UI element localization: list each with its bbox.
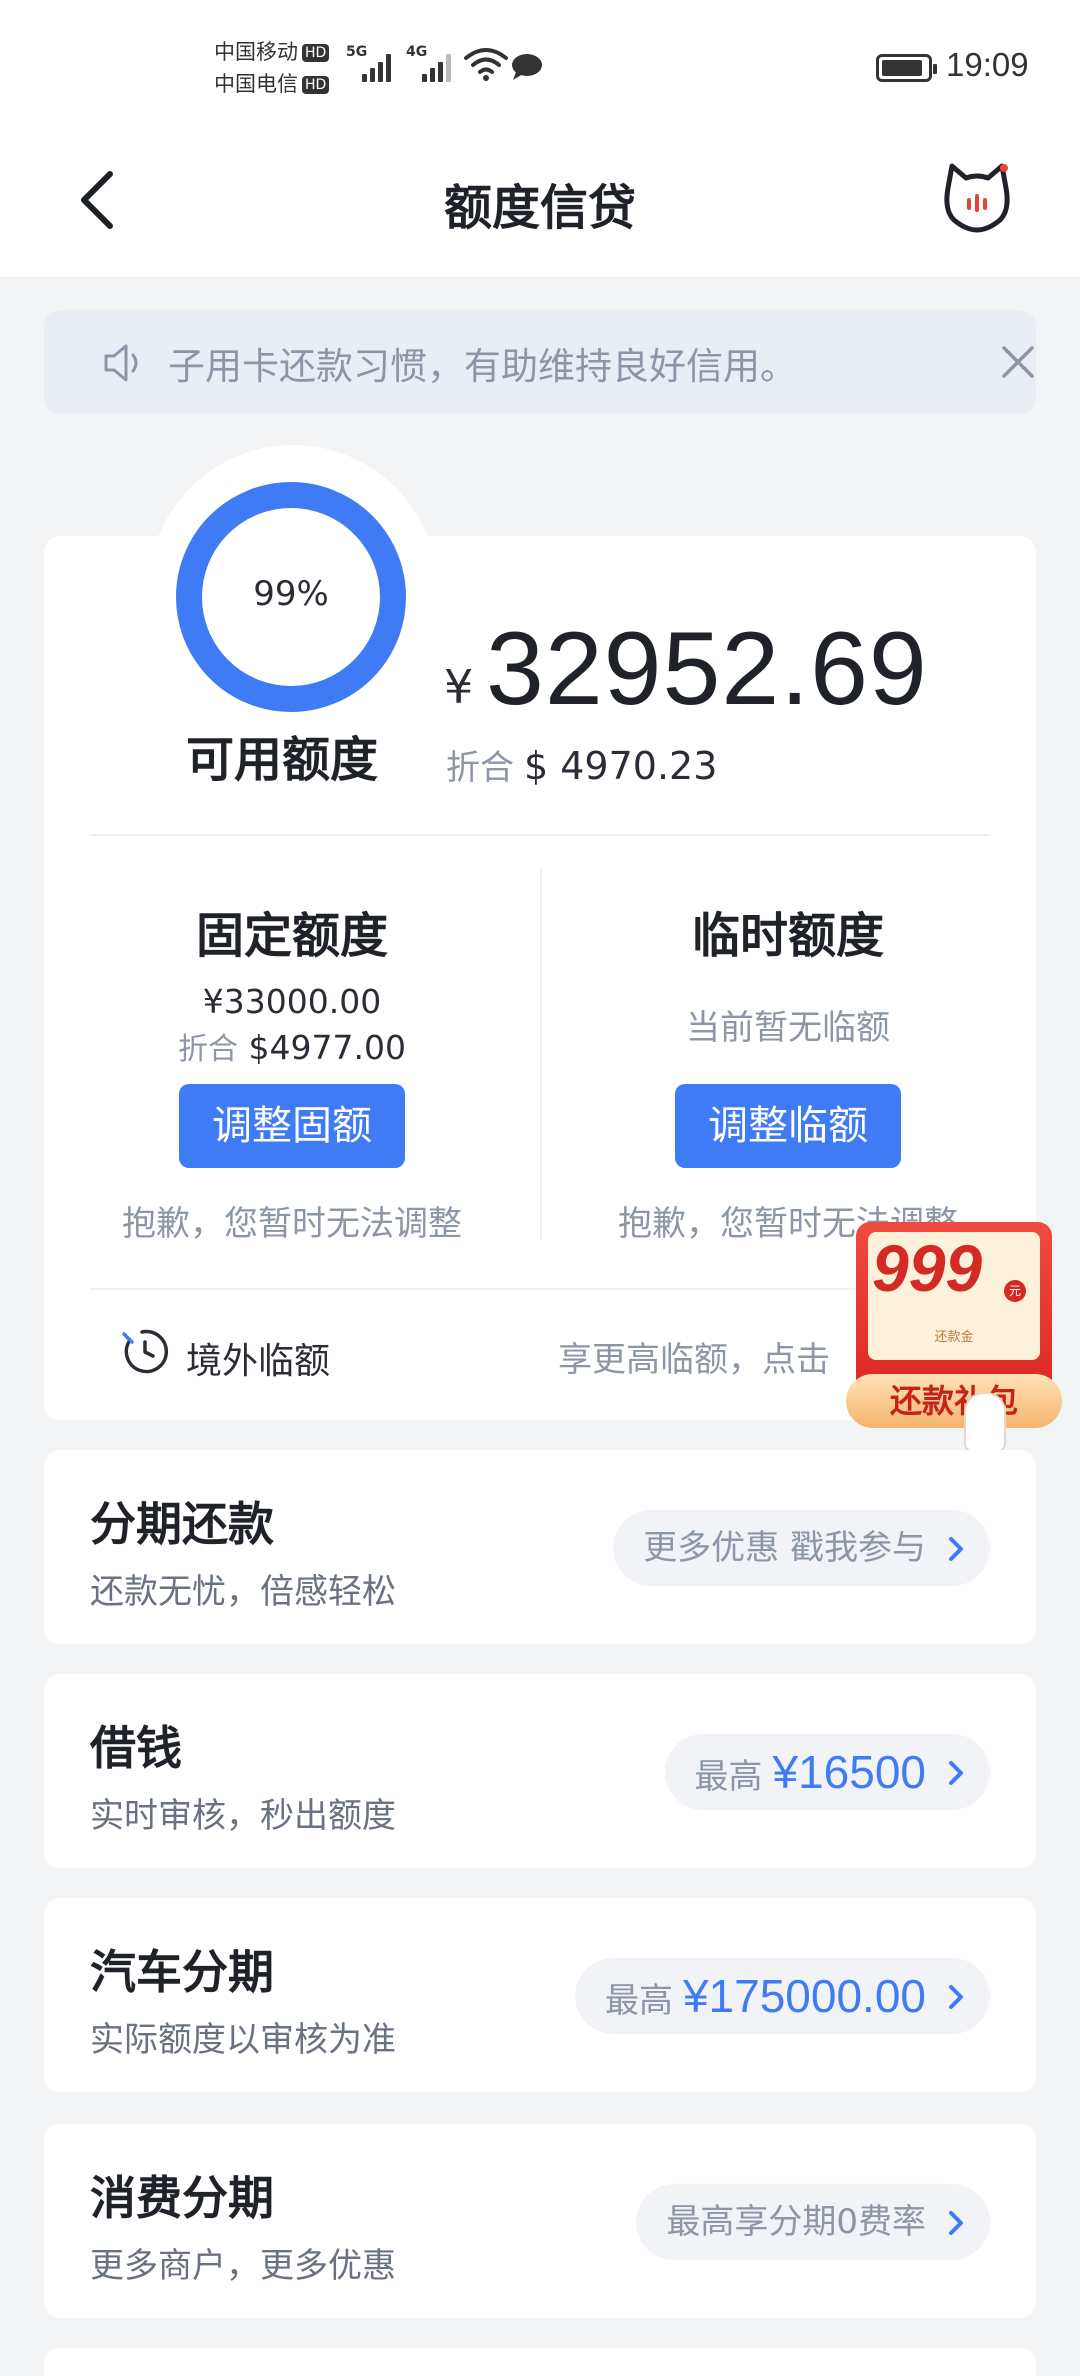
carrier-1: 中国移动 xyxy=(214,40,298,64)
card-title: 汽车分期 xyxy=(90,1945,274,1999)
converted-amount: $ 4970.23 xyxy=(524,744,718,788)
car-installment-card[interactable]: 汽车分期 实际额度以审核为准 最高 ¥175000.00 xyxy=(44,1898,1036,2092)
divider xyxy=(540,868,542,1240)
adjust-fixed-button[interactable]: 调整固额 xyxy=(179,1084,405,1168)
card-subtitle: 还款无忧，倍感轻松 xyxy=(90,1572,396,1612)
adjust-temp-button[interactable]: 调整临额 xyxy=(675,1084,901,1168)
max-amount-pill[interactable]: 最高 ¥16500 xyxy=(664,1734,990,1810)
divider xyxy=(90,834,990,836)
consumer-installment-card[interactable]: 消费分期 更多商户，更多优惠 最高享分期0费率 xyxy=(44,2124,1036,2318)
card-subtitle: 实际额度以审核为准 xyxy=(90,2020,396,2060)
usage-percent: 99% xyxy=(253,574,329,614)
message-icon xyxy=(512,54,542,80)
carrier-2: 中国电信 xyxy=(214,72,298,96)
temp-limit-status: 当前暂无临额 xyxy=(686,1008,890,1048)
fixed-limit-amount: ¥33000.00 xyxy=(202,982,382,1021)
installment-repay-card[interactable]: 分期还款 还款无忧，倍感轻松 更多优惠 戳我参与 xyxy=(44,1450,1036,1644)
top-nav-bar: 额度信贷 xyxy=(0,130,1080,278)
pill-label: 最高 xyxy=(604,1981,673,2021)
promo-subtitle: 还款金 xyxy=(934,1330,974,1345)
chevron-right-icon xyxy=(949,2211,963,2235)
notice-text: 子用卡还款习惯，有助维持良好信用。 xyxy=(168,345,797,388)
converted-label: 折合 xyxy=(446,748,514,788)
close-icon[interactable] xyxy=(998,342,1038,382)
fixed-limit-tip: 抱歉，您暂时无法调整 xyxy=(122,1204,462,1244)
wifi-icon xyxy=(464,48,508,81)
fixed-limit-title: 固定额度 xyxy=(195,908,388,964)
overseas-limit-tip[interactable]: 享更高临额，点击 xyxy=(558,1332,830,1381)
card-subtitle: 更多商户，更多优惠 xyxy=(90,2246,396,2286)
converted-amount: $4977.00 xyxy=(248,1028,406,1067)
temp-limit-title: 临时额度 xyxy=(691,908,884,964)
pill-label: 最高 xyxy=(694,1757,763,1797)
pill-value: ¥175000.00 xyxy=(682,1970,926,2022)
borrow-card[interactable]: 借钱 实时审核，秒出额度 最高 ¥16500 xyxy=(44,1674,1036,1868)
promo-ribbon: 还款礼包 xyxy=(846,1374,1062,1428)
battery-icon xyxy=(876,54,937,82)
card-title: 借钱 xyxy=(90,1721,182,1775)
cat-service-icon[interactable] xyxy=(940,158,1014,238)
pill-value: ¥16500 xyxy=(772,1746,927,1798)
card-subtitle: 实时审核，秒出额度 xyxy=(90,1796,396,1836)
promo-unit: 元 xyxy=(1004,1280,1026,1302)
promo-amount: 999 xyxy=(872,1231,983,1305)
overseas-limit-label[interactable]: 境外临额 xyxy=(186,1332,330,1384)
overseas-clock-icon[interactable] xyxy=(120,1326,170,1376)
promo-pill[interactable]: 更多优惠 戳我参与 xyxy=(613,1510,990,1586)
speaker-icon xyxy=(104,344,138,382)
next-service-card[interactable] xyxy=(44,2348,1036,2376)
pill-label: 更多优惠 戳我参与 xyxy=(643,1528,926,1568)
carrier-info: 中国移动 HD 中国电信 HD xyxy=(214,36,330,100)
promo-pill[interactable]: 最高享分期0费率 xyxy=(636,2184,990,2260)
fixed-limit-converted: 折合 $4977.00 xyxy=(52,1024,532,1068)
hd-badge: HD xyxy=(302,44,330,62)
hd-badge: HD xyxy=(302,76,330,94)
available-amount: 32952.69 xyxy=(486,611,928,727)
max-amount-pill[interactable]: 最高 ¥175000.00 xyxy=(574,1958,990,2034)
chevron-right-icon xyxy=(949,1537,963,1561)
available-converted: 折合 $ 4970.23 xyxy=(446,740,717,789)
pointing-hand-icon xyxy=(964,1392,1006,1452)
card-title: 消费分期 xyxy=(90,2171,274,2225)
chevron-right-icon xyxy=(949,1985,963,2009)
page-title: 额度信贷 xyxy=(443,180,636,236)
chevron-right-icon xyxy=(949,1761,963,1785)
currency-symbol: ¥ xyxy=(444,660,474,714)
notice-banner: 子用卡还款习惯，有助维持良好信用。 xyxy=(44,310,1036,414)
status-bar: 中国移动 HD 中国电信 HD 5G 4G 19:09 xyxy=(0,0,1080,130)
clock: 19:09 xyxy=(946,46,1029,83)
available-limit-label: 可用额度 xyxy=(186,732,379,788)
pill-label: 最高享分期0费率 xyxy=(666,2202,926,2242)
card-title: 分期还款 xyxy=(90,1497,274,1551)
repayment-promo-badge[interactable]: 999 元 还款金 还款礼包 xyxy=(846,1222,1062,1456)
converted-label: 折合 xyxy=(178,1032,239,1067)
